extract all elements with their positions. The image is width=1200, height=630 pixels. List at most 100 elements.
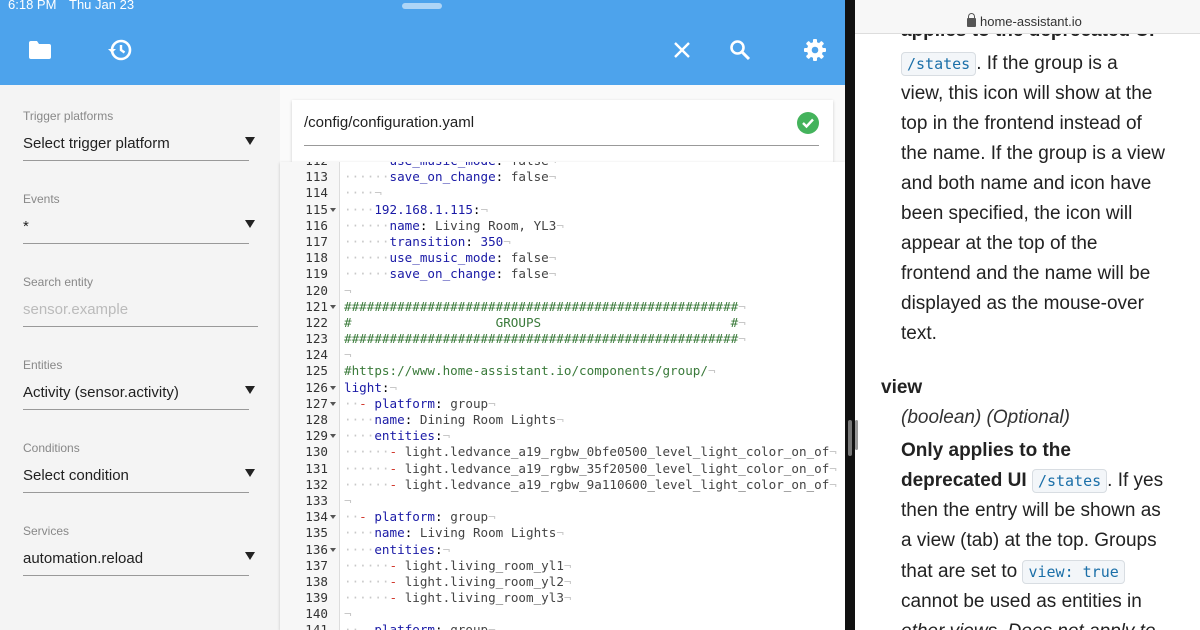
- file-path-underline: [304, 145, 819, 146]
- fold-arrow-icon[interactable]: [330, 434, 336, 439]
- doc-text-line: been specified, the icon will: [901, 203, 1133, 224]
- code-line[interactable]: 125 #https://www.home-assistant.io/compon…: [280, 363, 845, 379]
- fold-arrow-icon[interactable]: [330, 304, 336, 309]
- scrollbar-thumb[interactable]: [855, 420, 858, 450]
- field-value: Select condition: [23, 467, 129, 484]
- line-number: 127: [305, 395, 328, 411]
- code-text: ······- light.living_room_yl3¬: [344, 590, 572, 606]
- multitask-grabber[interactable]: [402, 3, 442, 9]
- doc-section-title: view: [881, 377, 923, 398]
- code-line[interactable]: 138 ······- light.living_room_yl2¬: [280, 574, 845, 590]
- search-entity-field[interactable]: Search entity sensor.example: [23, 275, 258, 327]
- code-line[interactable]: 134 ··- platform: group¬: [280, 509, 845, 525]
- code-line[interactable]: 133 ¬: [280, 493, 845, 509]
- code-text: light:¬: [344, 379, 398, 395]
- code-text: ··- platform: group¬: [344, 509, 496, 525]
- fold-arrow-icon[interactable]: [330, 515, 336, 520]
- browser-address-bar[interactable]: home-assistant.io: [855, 0, 1200, 34]
- code-line[interactable]: 115 ····192.168.1.115:¬: [280, 202, 845, 218]
- fold-arrow-icon[interactable]: [330, 207, 336, 212]
- close-icon[interactable]: [668, 36, 696, 64]
- code-line[interactable]: 120 ¬: [280, 283, 845, 299]
- dropdown-arrow-icon[interactable]: [245, 469, 255, 477]
- code-text: ¬: [344, 492, 352, 508]
- line-number: 141: [305, 622, 328, 630]
- doc-text-line: appear at the top of the: [901, 233, 1098, 254]
- code-line[interactable]: 118 ······use_music_mode: false¬: [280, 250, 845, 266]
- code-line[interactable]: 126 light:¬: [280, 380, 845, 396]
- fold-arrow-icon[interactable]: [330, 401, 336, 406]
- line-number: 123: [305, 331, 328, 347]
- line-number: 116: [305, 217, 328, 233]
- gear-icon[interactable]: [801, 36, 829, 64]
- doc-text-line: frontend and the name will be: [901, 263, 1151, 284]
- events-select[interactable]: Events *: [23, 192, 255, 244]
- dropdown-arrow-icon[interactable]: [245, 137, 255, 145]
- trigger-platform-select[interactable]: Trigger platforms Select trigger platfor…: [23, 109, 255, 161]
- doc-text-line: other views. Does not apply to: [901, 617, 1156, 630]
- split-view-divider[interactable]: [845, 0, 855, 630]
- folder-icon[interactable]: [26, 36, 54, 64]
- split-view-handle[interactable]: [848, 420, 852, 456]
- code-line[interactable]: 114 ····¬: [280, 185, 845, 201]
- line-number: 138: [305, 573, 328, 589]
- code-line[interactable]: 112 ······use_music_mode: false¬: [280, 162, 845, 169]
- code-line[interactable]: 129 ····entities:¬: [280, 428, 845, 444]
- app-toolbar: 6:18 PM Thu Jan 23: [0, 0, 845, 85]
- doc-text-line: cannot be used as entities in: [901, 591, 1142, 612]
- code-text: ······use_music_mode: false¬: [344, 162, 556, 169]
- services-select[interactable]: Services automation.reload: [23, 524, 255, 576]
- check-icon: [797, 112, 819, 134]
- lock-icon: [967, 13, 976, 27]
- doc-text-line: displayed as the mouse-over: [901, 293, 1144, 314]
- code-text: ¬: [344, 282, 352, 298]
- code-line[interactable]: 121 #####################################…: [280, 299, 845, 315]
- history-icon[interactable]: [106, 36, 134, 64]
- dropdown-arrow-icon[interactable]: [245, 552, 255, 560]
- code-line[interactable]: 116 ······name: Living Room, YL3¬: [280, 218, 845, 234]
- code-text: ······- light.living_room_yl1¬: [344, 557, 572, 573]
- code-text: ······save_on_change: false¬: [344, 266, 557, 282]
- code-line[interactable]: 135 ····name: Living Room Lights¬: [280, 525, 845, 541]
- code-line[interactable]: 137 ······- light.living_room_yl1¬: [280, 558, 845, 574]
- doc-text-line: text.: [901, 323, 937, 344]
- code-text: ······use_music_mode: false¬: [344, 250, 557, 266]
- fold-arrow-icon[interactable]: [330, 385, 336, 390]
- code-line[interactable]: 131 ······- light.ledvance_a19_rgbw_35f20…: [280, 461, 845, 477]
- code-line[interactable]: 132 ······- light.ledvance_a19_rgbw_9a110…: [280, 477, 845, 493]
- code-line[interactable]: 139 ······- light.living_room_yl3¬: [280, 590, 845, 606]
- code-line[interactable]: 140 ¬: [280, 606, 845, 622]
- code-line[interactable]: 123 #####################################…: [280, 331, 845, 347]
- code-line[interactable]: 113 ······save_on_change: false¬: [280, 169, 845, 185]
- code-line[interactable]: 127 ··- platform: group¬: [280, 396, 845, 412]
- dropdown-arrow-icon[interactable]: [245, 386, 255, 394]
- field-label: Services: [23, 524, 70, 538]
- code-text: ########################################…: [344, 331, 746, 347]
- code-text: ¬: [344, 606, 352, 622]
- code-line[interactable]: 130 ······- light.ledvance_a19_rgbw_0bfe0…: [280, 444, 845, 460]
- code-line[interactable]: 119 ······save_on_change: false¬: [280, 266, 845, 282]
- url-display[interactable]: home-assistant.io: [967, 13, 1082, 29]
- code-line[interactable]: 117 ······transition: 350¬: [280, 234, 845, 250]
- code-line[interactable]: 141 ··- platform: group¬: [280, 622, 845, 630]
- code-line[interactable]: 122 # GROUPS #¬: [280, 315, 845, 331]
- code-editor[interactable]: 112 ······use_music_mode: false¬ 113 ······…: [280, 162, 845, 630]
- fold-arrow-icon[interactable]: [330, 547, 336, 552]
- search-entity-input[interactable]: sensor.example: [23, 301, 128, 318]
- line-number: 130: [305, 444, 328, 460]
- code-lines[interactable]: 112 ······use_music_mode: false¬ 113 ······…: [280, 162, 845, 630]
- line-number: 117: [305, 233, 328, 249]
- code-line[interactable]: 124 ¬: [280, 347, 845, 363]
- code-line[interactable]: 128 ····name: Dining Room Lights¬: [280, 412, 845, 428]
- code-line[interactable]: 136 ····entities:¬: [280, 542, 845, 558]
- conditions-select[interactable]: Conditions Select condition: [23, 441, 255, 493]
- field-value: *: [23, 218, 29, 235]
- line-number: 128: [305, 412, 328, 427]
- search-icon[interactable]: [726, 36, 754, 64]
- file-path[interactable]: /config/configuration.yaml: [304, 114, 474, 131]
- code-text: ····name: Dining Room Lights¬: [344, 412, 564, 427]
- field-label: Events: [23, 192, 60, 206]
- dropdown-arrow-icon[interactable]: [245, 220, 255, 228]
- doc-text-line: deprecated UI /states. If yes: [901, 469, 1164, 493]
- entities-select[interactable]: Entities Activity (sensor.activity): [23, 358, 255, 410]
